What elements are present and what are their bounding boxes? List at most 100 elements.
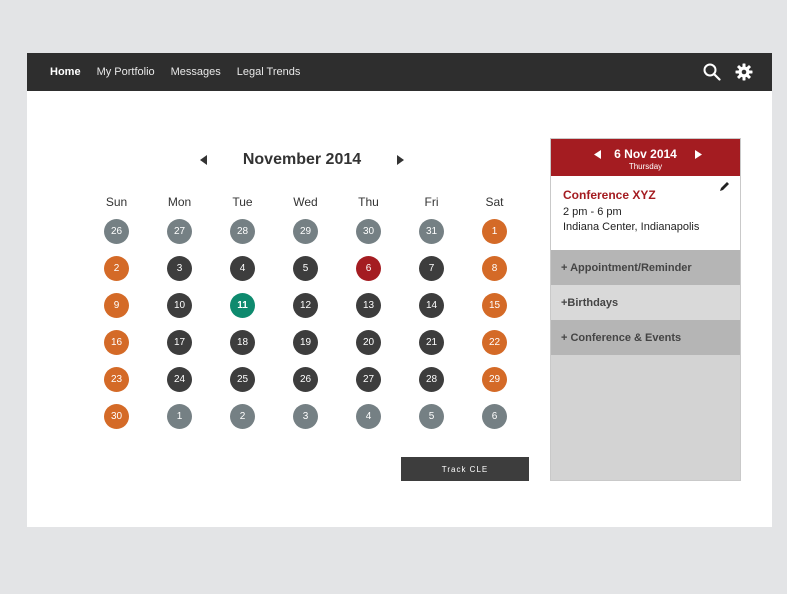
day-cell: 21: [400, 324, 463, 361]
nav-item-home[interactable]: Home: [50, 66, 81, 78]
day-weekend-button[interactable]: 29: [482, 367, 507, 392]
day-weekend-button[interactable]: 23: [104, 367, 129, 392]
panel-header: 6 Nov 2014 Thursday: [551, 139, 740, 176]
day-cell: 29: [463, 361, 526, 398]
day-cell: 29: [274, 213, 337, 250]
day-cell: 24: [148, 361, 211, 398]
day-weekend-button[interactable]: 9: [104, 293, 129, 318]
day-cell: 3: [274, 398, 337, 435]
day-cell: 6: [463, 398, 526, 435]
day-other-button[interactable]: 5: [419, 404, 444, 429]
day-cell: 18: [211, 324, 274, 361]
prev-month-arrow-icon[interactable]: [197, 153, 211, 167]
section-appointment-reminder[interactable]: + Appointment/Reminder: [551, 250, 740, 285]
search-icon[interactable]: [702, 62, 722, 82]
month-title: November 2014: [242, 151, 362, 168]
weekday-header: Wed: [293, 195, 318, 209]
day-weekday-button[interactable]: 10: [167, 293, 192, 318]
day-cell: 5: [400, 398, 463, 435]
day-other-button[interactable]: 31: [419, 219, 444, 244]
day-other-button[interactable]: 30: [356, 219, 381, 244]
next-month-arrow-icon[interactable]: [393, 153, 407, 167]
day-other-button[interactable]: 29: [293, 219, 318, 244]
day-other-button[interactable]: 3: [293, 404, 318, 429]
day-weekend-button[interactable]: 15: [482, 293, 507, 318]
day-weekend-button[interactable]: 2: [104, 256, 129, 281]
day-other-button[interactable]: 6: [482, 404, 507, 429]
nav-item-legal-trends[interactable]: Legal Trends: [237, 66, 301, 78]
day-cell: 3: [148, 250, 211, 287]
day-cell: 19: [274, 324, 337, 361]
day-cell: 9: [85, 287, 148, 324]
pencil-icon[interactable]: [718, 180, 730, 192]
day-weekday-button[interactable]: 7: [419, 256, 444, 281]
day-cell: 27: [148, 213, 211, 250]
day-other-button[interactable]: 2: [230, 404, 255, 429]
nav-icons: [690, 53, 754, 91]
day-cell: 30: [337, 213, 400, 250]
day-cell: 8: [463, 250, 526, 287]
day-cell: 16: [85, 324, 148, 361]
day-cell: 27: [337, 361, 400, 398]
day-weekend-button[interactable]: 8: [482, 256, 507, 281]
day-cell: 30: [85, 398, 148, 435]
gear-icon[interactable]: [734, 62, 754, 82]
day-cell: 1: [148, 398, 211, 435]
day-cell: 26: [85, 213, 148, 250]
day-cell: 2: [211, 398, 274, 435]
day-weekday-button[interactable]: 18: [230, 330, 255, 355]
day-weekday-button[interactable]: 28: [419, 367, 444, 392]
nav-item-my-portfolio[interactable]: My Portfolio: [97, 66, 155, 78]
day-weekend-button[interactable]: 30: [104, 404, 129, 429]
day-cell: 11: [211, 287, 274, 324]
day-cell: 25: [211, 361, 274, 398]
weekday-header: Mon: [167, 195, 192, 209]
day-cell: 6: [337, 250, 400, 287]
day-cell: 15: [463, 287, 526, 324]
day-weekend-button[interactable]: 16: [104, 330, 129, 355]
day-weekday-button[interactable]: 14: [419, 293, 444, 318]
day-other-button[interactable]: 26: [104, 219, 129, 244]
day-cell: 4: [337, 398, 400, 435]
day-weekday-button[interactable]: 12: [293, 293, 318, 318]
track-cle-button[interactable]: Track CLE: [401, 457, 529, 481]
day-weekday-button[interactable]: 27: [356, 367, 381, 392]
day-other-button[interactable]: 1: [167, 404, 192, 429]
section-birthdays[interactable]: +Birthdays: [551, 285, 740, 320]
day-cell: 7: [400, 250, 463, 287]
day-weekday-button[interactable]: 3: [167, 256, 192, 281]
day-weekday-button[interactable]: 25: [230, 367, 255, 392]
event-place: Indiana Center, Indianapolis: [563, 221, 700, 233]
day-weekend-button[interactable]: 1: [482, 219, 507, 244]
day-today-button[interactable]: 11: [230, 293, 255, 318]
day-weekday-button[interactable]: 5: [293, 256, 318, 281]
next-day-arrow-icon[interactable]: [692, 148, 704, 160]
day-weekday-button[interactable]: 19: [293, 330, 318, 355]
top-navbar: Home My Portfolio Messages Legal Trends: [27, 53, 772, 91]
app-frame: Home My Portfolio Messages Legal Trends: [27, 53, 772, 527]
day-weekday-button[interactable]: 20: [356, 330, 381, 355]
day-cell: 2: [85, 250, 148, 287]
day-other-button[interactable]: 28: [230, 219, 255, 244]
day-other-button[interactable]: 4: [356, 404, 381, 429]
weekday-header: Sun: [105, 195, 128, 209]
day-event-button[interactable]: 6: [356, 256, 381, 281]
nav-item-messages[interactable]: Messages: [171, 66, 221, 78]
day-weekend-button[interactable]: 22: [482, 330, 507, 355]
day-weekday-button[interactable]: 17: [167, 330, 192, 355]
day-cell: 1: [463, 213, 526, 250]
day-weekday-button[interactable]: 24: [167, 367, 192, 392]
day-cell: 22: [463, 324, 526, 361]
day-weekday-button[interactable]: 26: [293, 367, 318, 392]
section-conference-events[interactable]: + Conference & Events: [551, 320, 740, 355]
event-card[interactable]: Conference XYZ 2 pm - 6 pm Indiana Cente…: [551, 176, 740, 250]
day-weekday-button[interactable]: 13: [356, 293, 381, 318]
day-other-button[interactable]: 27: [167, 219, 192, 244]
day-cell: 28: [400, 361, 463, 398]
nav-menu: Home My Portfolio Messages Legal Trends: [50, 66, 316, 78]
day-cell: 26: [274, 361, 337, 398]
day-weekday-button[interactable]: 4: [230, 256, 255, 281]
day-cell: 12: [274, 287, 337, 324]
day-cell: 4: [211, 250, 274, 287]
day-weekday-button[interactable]: 21: [419, 330, 444, 355]
